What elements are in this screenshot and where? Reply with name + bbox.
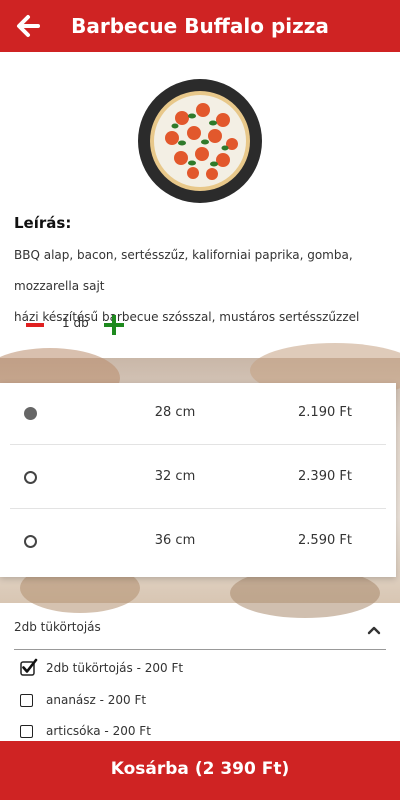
extras-header[interactable]: 2db tükörtojás [14, 620, 101, 634]
page-title: Barbecue Buffalo pizza [71, 14, 329, 38]
checkbox-icon[interactable] [20, 694, 33, 707]
extra-option-label: articsóka - 200 Ft [46, 724, 151, 738]
back-button[interactable] [14, 12, 44, 40]
plus-icon [104, 315, 124, 335]
quantity-value: 1 db [62, 316, 89, 330]
radio-unselected-icon[interactable] [24, 535, 37, 548]
size-label: 28 cm [154, 405, 196, 420]
size-option-row[interactable]: 36 cm 2.590 Ft [0, 511, 396, 573]
size-selection-card: 28 cm 2.190 Ft 32 cm 2.390 Ft 36 cm 2.59… [0, 383, 396, 577]
minus-icon [26, 323, 44, 327]
description-line: BBQ alap, bacon, sertésszűz, kaliforniai… [14, 248, 353, 293]
add-to-cart-button[interactable]: Kosárba (2 390 Ft) [0, 741, 400, 800]
radio-selected-icon[interactable] [24, 407, 37, 420]
checkbox-checked-icon[interactable] [20, 658, 38, 676]
pizza-image [137, 78, 263, 204]
size-option-row[interactable]: 32 cm 2.390 Ft [0, 447, 396, 509]
divider [10, 508, 386, 509]
price-label: 2.390 Ft [298, 469, 352, 484]
price-label: 2.590 Ft [298, 533, 352, 548]
extra-option-label: 2db tükörtojás - 200 Ft [46, 661, 184, 675]
checkbox-icon[interactable] [20, 725, 33, 738]
size-label: 36 cm [154, 533, 196, 548]
divider [10, 444, 386, 445]
description-label: Leírás: [14, 214, 72, 232]
extras-toggle-button[interactable] [366, 622, 382, 636]
size-option-row[interactable]: 28 cm 2.190 Ft [0, 383, 396, 445]
decrease-quantity-button[interactable] [24, 314, 46, 336]
price-label: 2.190 Ft [298, 405, 352, 420]
size-label: 32 cm [154, 469, 196, 484]
add-to-cart-label: Kosárba (2 390 Ft) [110, 759, 290, 779]
divider [14, 649, 386, 650]
top-app-bar: Barbecue Buffalo pizza [0, 0, 400, 52]
chevron-up-icon [367, 626, 381, 635]
extra-option-label: ananász - 200 Ft [46, 693, 147, 707]
increase-quantity-button[interactable] [102, 313, 126, 337]
radio-unselected-icon[interactable] [24, 471, 37, 484]
arrow-left-icon [17, 15, 40, 37]
